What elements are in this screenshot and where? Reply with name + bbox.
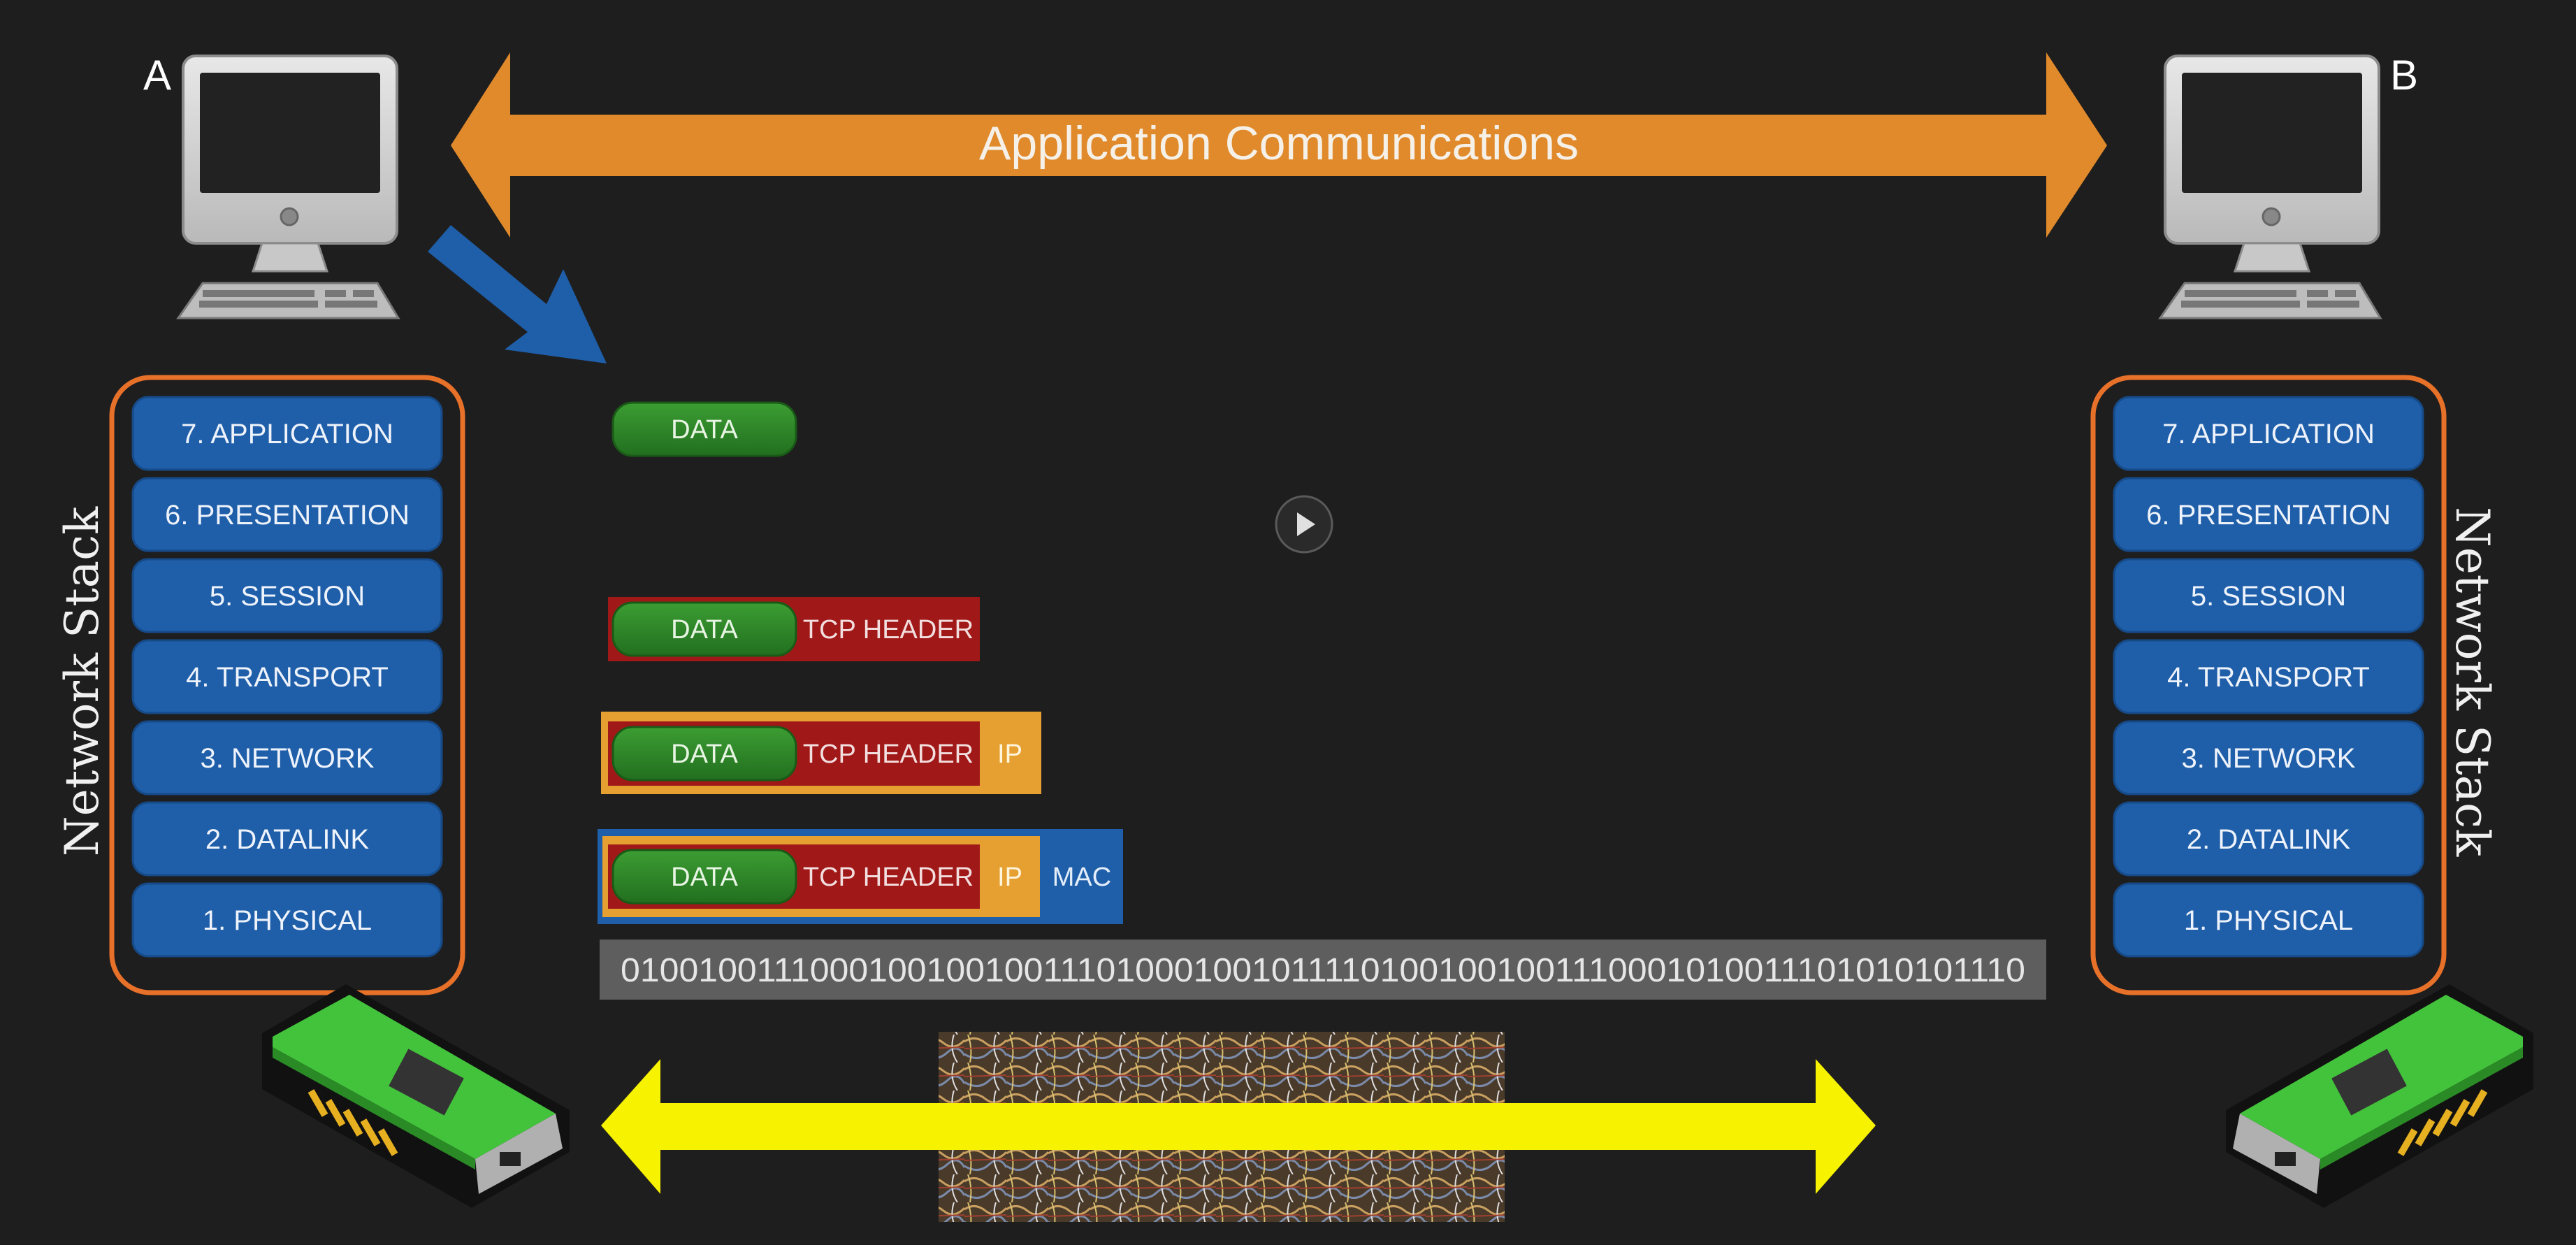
right-network-stack-title: Network Stack — [2445, 507, 2499, 857]
data-label: DATA — [671, 740, 738, 769]
left-layer-item: 6. PRESENTATION — [131, 477, 443, 552]
play-button[interactable] — [1275, 495, 1333, 554]
encapsulation-start-arrow — [428, 225, 607, 364]
computer-b — [2158, 55, 2382, 319]
layer-label: 5. SESSION — [2191, 581, 2346, 612]
right-network-card-icon — [2226, 984, 2533, 1208]
diagram-canvas: A B Application Communications Network S… — [55, 52, 2533, 1222]
layer-label: 3. NETWORK — [201, 743, 375, 774]
layer-label: 2. DATALINK — [2187, 824, 2350, 855]
left-layer-item: 7. APPLICATION — [131, 396, 443, 471]
left-network-stack-title: Network Stack — [55, 506, 109, 856]
encap-row-ip: DATA TCP HEADER IP — [601, 712, 1041, 794]
layer-label: 6. PRESENTATION — [165, 500, 410, 531]
tcp-header-label: TCP HEADER — [803, 863, 974, 892]
right-layer-item: 7. APPLICATION — [2113, 396, 2424, 471]
encap-row-data: DATA — [612, 401, 797, 457]
left-layer-item: 5. SESSION — [131, 558, 443, 633]
left-layer-item: 2. DATALINK — [131, 801, 443, 877]
layer-label: 4. TRANSPORT — [186, 662, 389, 693]
left-layer-item: 3. NETWORK — [131, 720, 443, 796]
right-layer-item: 1. PHYSICAL — [2113, 882, 2424, 958]
right-layer-item: 4. TRANSPORT — [2113, 639, 2424, 714]
left-network-card-icon — [262, 984, 570, 1208]
ip-label: IP — [997, 740, 1022, 769]
mac-label: MAC — [1052, 863, 1111, 892]
right-layer-item: 6. PRESENTATION — [2113, 477, 2424, 552]
layer-label: 5. SESSION — [210, 581, 365, 612]
tcp-header-label: TCP HEADER — [803, 615, 974, 645]
encap-row-tcp: DATA TCP HEADER — [608, 597, 980, 661]
layer-label: 2. DATALINK — [205, 824, 369, 855]
layer-label: 4. TRANSPORT — [2167, 662, 2370, 693]
right-layer-item: 3. NETWORK — [2113, 720, 2424, 796]
diagram-stage: A B Application Communications Network S… — [0, 0, 2576, 1245]
host-b-label: B — [2390, 52, 2418, 99]
host-a-label: A — [143, 52, 171, 99]
layer-label: 1. PHYSICAL — [203, 905, 372, 936]
left-layer-list: 7. APPLICATION 6. PRESENTATION 5. SESSION 4… — [131, 396, 443, 958]
data-label: DATA — [671, 615, 738, 645]
right-layer-list: 7. APPLICATION 6. PRESENTATION 5. SESSION 4… — [2113, 396, 2424, 958]
right-layer-item: 2. DATALINK — [2113, 801, 2424, 877]
data-label: DATA — [671, 415, 738, 445]
binary-text: 0100100111000100100100111010001001011110… — [621, 952, 2025, 989]
computer-a — [176, 55, 400, 319]
ip-label: IP — [997, 863, 1022, 892]
data-label: DATA — [671, 863, 738, 892]
application-communications-label: Application Communications — [979, 117, 1579, 170]
left-layer-item: 1. PHYSICAL — [131, 882, 443, 958]
layer-label: 7. APPLICATION — [181, 419, 393, 449]
layer-label: 1. PHYSICAL — [2184, 905, 2353, 936]
right-layer-item: 5. SESSION — [2113, 558, 2424, 633]
tcp-header-label: TCP HEADER — [803, 740, 974, 769]
layer-label: 6. PRESENTATION — [2146, 500, 2391, 531]
layer-label: 7. APPLICATION — [2162, 419, 2375, 449]
layer-label: 3. NETWORK — [2182, 743, 2356, 774]
left-layer-item: 4. TRANSPORT — [131, 639, 443, 714]
encap-row-mac: DATA TCP HEADER IP MAC — [598, 829, 1123, 924]
